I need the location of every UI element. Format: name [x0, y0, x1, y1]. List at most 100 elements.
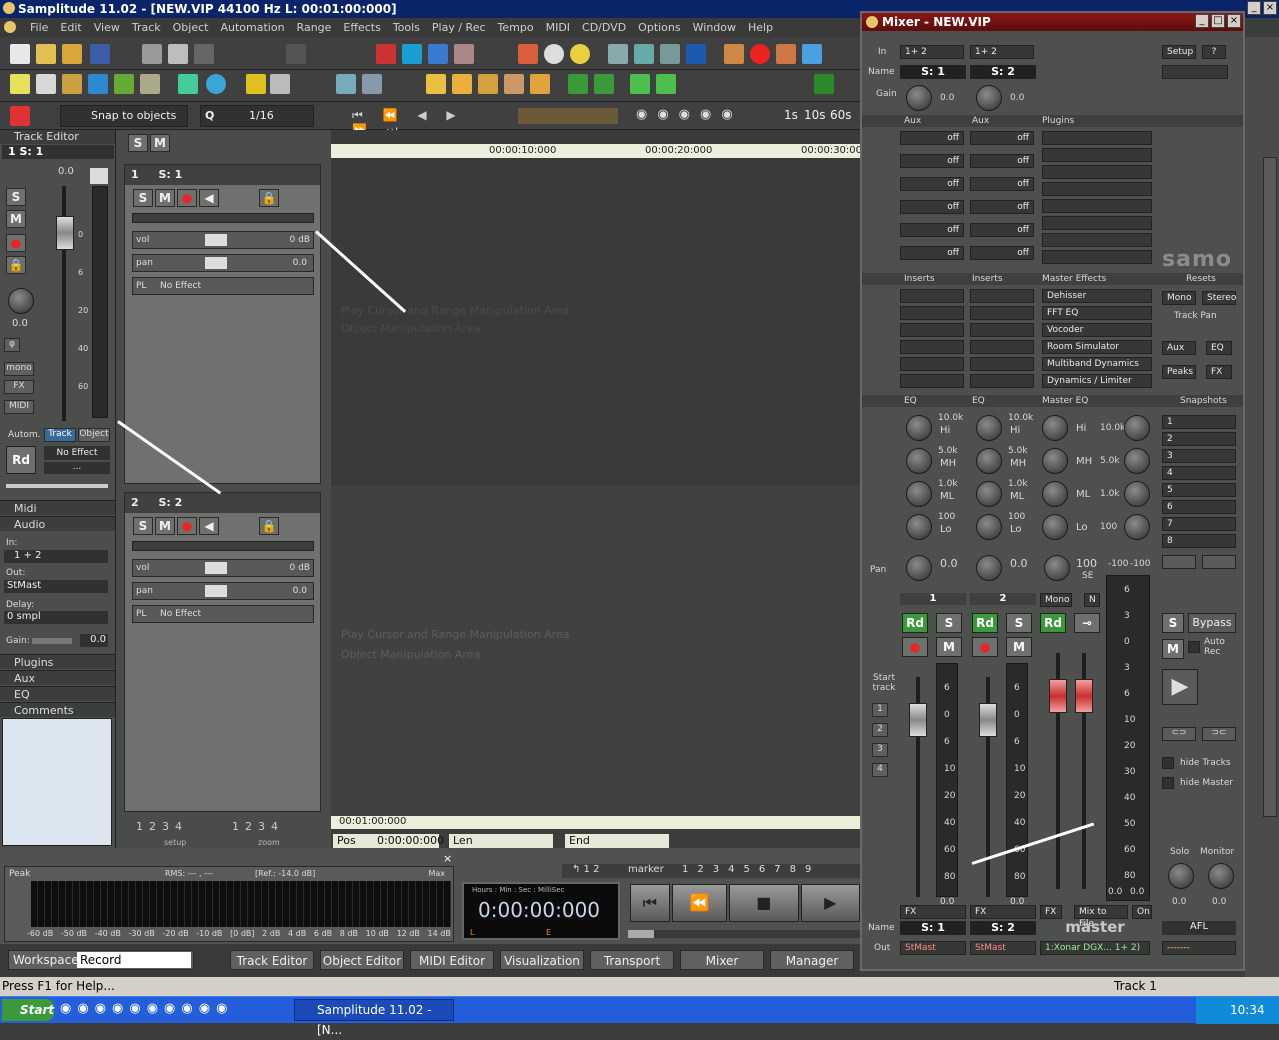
- start-track-2[interactable]: 2: [872, 723, 888, 737]
- dvd-icon[interactable]: [570, 44, 590, 64]
- cd-icon[interactable]: [544, 44, 564, 64]
- stop-icon[interactable]: ■: [729, 884, 799, 922]
- section-eq[interactable]: EQ: [0, 686, 115, 701]
- stop-square-icon[interactable]: [686, 44, 706, 64]
- section-comments[interactable]: Comments: [0, 702, 115, 717]
- track-1-mute[interactable]: M: [155, 189, 175, 207]
- autom-object-button[interactable]: Object: [78, 428, 110, 442]
- menu-object[interactable]: Object: [167, 18, 215, 37]
- track-1-lock-icon[interactable]: 🔒: [259, 189, 279, 207]
- section-audio[interactable]: Audio: [0, 516, 115, 531]
- track-1-effect-row[interactable]: PL No Effect: [132, 277, 314, 295]
- plugin-slot-1[interactable]: [1042, 131, 1152, 145]
- ch2-aux-2[interactable]: off: [970, 154, 1034, 168]
- setup-2[interactable]: 2: [149, 820, 162, 833]
- ch1-eq-knob-3[interactable]: [906, 481, 932, 507]
- comments-textarea[interactable]: [2, 718, 112, 846]
- zoom-2[interactable]: 2: [245, 820, 258, 833]
- reset-mono[interactable]: Mono: [1162, 291, 1196, 305]
- ch2-input[interactable]: 1+ 2: [970, 45, 1034, 59]
- track-2[interactable]: 2 S: 2 S M ● ◀ 🔒 vol 0 dB pan 0.0 PL No …: [124, 492, 321, 812]
- track-2-solo[interactable]: S: [133, 517, 153, 535]
- ch1-eq-knob-1[interactable]: [906, 415, 932, 441]
- group-icon[interactable]: [454, 44, 474, 64]
- master-eq-knob-4[interactable]: [1042, 514, 1068, 540]
- stretch-icon[interactable]: [504, 74, 524, 94]
- track-1-lane[interactable]: Play Cursor and Range Manipulation Area …: [331, 158, 860, 486]
- snap-magnet-icon[interactable]: [10, 106, 30, 126]
- pointer-tool-icon[interactable]: [10, 74, 30, 94]
- timeline-ruler[interactable]: 00:00:10:000 00:00:20:000 00:00:30:00: [331, 144, 862, 158]
- tab-track-editor[interactable]: Track Editor: [230, 950, 314, 970]
- mono-button[interactable]: mono: [4, 362, 34, 376]
- ch1-aux-4[interactable]: off: [900, 200, 964, 214]
- hide-master-checkbox[interactable]: [1162, 777, 1174, 789]
- ch1-pan-knob[interactable]: [906, 555, 932, 581]
- tab-manager[interactable]: Manager: [770, 950, 854, 970]
- ch2-eq-knob-3[interactable]: [976, 481, 1002, 507]
- master-effect-2[interactable]: FFT EQ: [1042, 306, 1152, 320]
- transport-scroll-thumb[interactable]: [628, 930, 654, 938]
- ch2-fader-cap[interactable]: [979, 703, 997, 737]
- start-button[interactable]: Start: [2, 999, 54, 1021]
- menu-range[interactable]: Range: [291, 18, 338, 37]
- play-icon[interactable]: ▶: [800, 884, 860, 922]
- afl-button[interactable]: AFL: [1162, 921, 1236, 935]
- master-l-fader-cap[interactable]: [1049, 679, 1067, 713]
- ch1-eq-knob-4[interactable]: [906, 514, 932, 540]
- plugin-slot-2[interactable]: [1042, 148, 1152, 162]
- paste-icon[interactable]: [194, 44, 214, 64]
- ch1-aux-1[interactable]: off: [900, 131, 964, 145]
- automation-effect[interactable]: No Effect: [44, 446, 110, 460]
- master-r-fader-cap[interactable]: [1075, 679, 1093, 713]
- transport-nav-icons[interactable]: ⏮ ⏪ ◀ ▶ ⏩ ⏭: [352, 108, 497, 137]
- track-2-pan-slider[interactable]: [205, 585, 227, 597]
- minimize-button[interactable]: _: [1247, 1, 1261, 15]
- reset-peaks[interactable]: Peaks: [1162, 365, 1196, 379]
- ch1-name[interactable]: S: 1: [900, 65, 966, 79]
- mixer-maximize-button[interactable]: □: [1211, 14, 1225, 28]
- volume-tool-icon[interactable]: [140, 74, 160, 94]
- undo-icon[interactable]: [286, 44, 306, 64]
- start-track-4[interactable]: 4: [872, 763, 888, 777]
- zoom-buttons[interactable]: 1234: [232, 820, 310, 836]
- reset-fx[interactable]: FX: [1206, 365, 1232, 379]
- global-solo-button[interactable]: S: [128, 134, 148, 152]
- scrub-tool-icon[interactable]: [178, 74, 198, 94]
- master-n-button[interactable]: N: [1084, 593, 1100, 607]
- quantize-dropdown[interactable]: Q 1/16: [200, 105, 314, 127]
- menu-midi[interactable]: MIDI: [540, 18, 576, 37]
- track-select[interactable]: 1 S: 1: [2, 145, 114, 159]
- snapshot-8[interactable]: 8: [1162, 534, 1236, 548]
- master-fx[interactable]: FX: [1040, 905, 1062, 919]
- ch1-aux-5[interactable]: off: [900, 223, 964, 237]
- master-eq-knob-1[interactable]: [1042, 415, 1068, 441]
- range-tool-icon[interactable]: [36, 74, 56, 94]
- master-effect-6[interactable]: Dynamics / Limiter: [1042, 374, 1152, 388]
- ch2-read-button[interactable]: Rd: [972, 613, 998, 633]
- mixer-help-button[interactable]: ?: [1202, 45, 1226, 59]
- speaker-icon[interactable]: [336, 74, 356, 94]
- pan-knob[interactable]: [8, 288, 34, 314]
- monitor-knob[interactable]: [1208, 863, 1234, 889]
- setup-4[interactable]: 4: [175, 820, 188, 833]
- snapshot-5[interactable]: 5: [1162, 483, 1236, 497]
- master-link-icon[interactable]: ⊸: [1074, 613, 1100, 633]
- tab-midi-editor[interactable]: MIDI Editor: [410, 950, 494, 970]
- mixer-setup-button[interactable]: Setup: [1162, 45, 1196, 59]
- new-icon[interactable]: [10, 44, 30, 64]
- mixer-preset-select[interactable]: [1162, 65, 1228, 79]
- ch1-fx[interactable]: FX: [900, 905, 966, 919]
- link-icon[interactable]: ⊂⊃: [1162, 727, 1196, 741]
- ch2-insert-6[interactable]: [970, 374, 1034, 388]
- open-folder-icon-mixer[interactable]: [1162, 555, 1196, 569]
- open-folder-icon[interactable]: [62, 44, 82, 64]
- ch1-input[interactable]: 1+ 2: [900, 45, 964, 59]
- menu-effects[interactable]: Effects: [337, 18, 386, 37]
- midi-button[interactable]: MIDI: [4, 400, 34, 414]
- nudge-right-icon[interactable]: [656, 74, 676, 94]
- open-icon[interactable]: [36, 44, 56, 64]
- ch1-solo-button[interactable]: S: [936, 613, 962, 633]
- ch2-insert-1[interactable]: [970, 289, 1034, 303]
- record-arm-button[interactable]: ●: [6, 234, 26, 252]
